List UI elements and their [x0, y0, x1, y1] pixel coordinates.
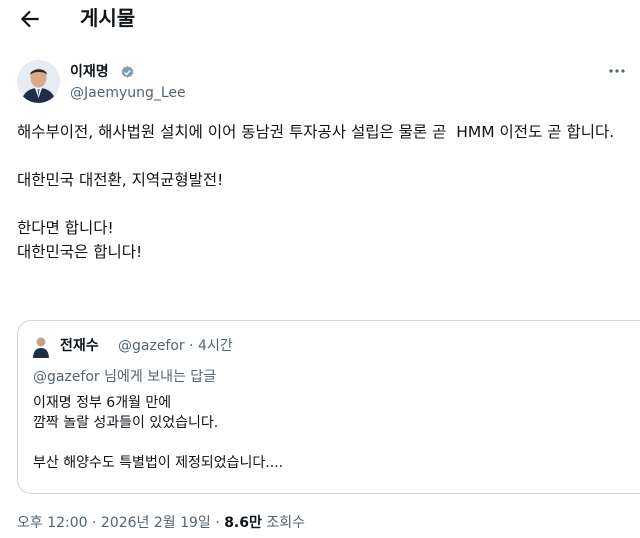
views-count: 8.6만 [224, 515, 262, 531]
footer-separator: · [215, 515, 220, 531]
quoted-author-name: 전재수 [60, 338, 99, 354]
post-paragraph: 한다면 합니다! 대한민국은 합니다! [17, 219, 143, 261]
quoted-post-text: 이재명 정부 6개월 만에 깜짝 놀랄 성과들이 있었습니다. 부산 해양수도 … [33, 393, 633, 473]
post-paragraph: 해수부이전, 해사법원 설치에 이어 동남권 투자공사 설립은 물론 곧 HMM… [17, 123, 615, 141]
author-name[interactable]: 이재명 [70, 63, 109, 81]
quoted-author-meta: @gazefor · 4시간 [118, 337, 233, 355]
more-horizontal-icon[interactable] [607, 64, 627, 78]
post-paragraph: 대한민국 대전환, 지역균형발전! [17, 171, 224, 189]
page-title: 게시물 [80, 6, 136, 30]
quoted-post[interactable]: 전재수 @gazefor · 4시간 @gazefor 님에게 보내는 답글 이… [17, 320, 640, 494]
post-author: 이재명 @Jaemyung_Lee [17, 60, 627, 110]
quoted-paragraph: 부산 해양수도 특별법이 제정되었습니다.... [33, 455, 284, 471]
post-text: 해수부이전, 해사법원 설치에 이어 동남권 투자공사 설립은 물론 곧 HMM… [17, 120, 632, 264]
verified-badge-icon [121, 65, 134, 78]
quoted-paragraph: 이재명 정부 6개월 만에 깜짝 놀랄 성과들이 있었습니다. [33, 395, 219, 431]
reply-context: @gazefor 님에게 보내는 답글 [33, 369, 217, 385]
meta-separator: · [189, 338, 194, 354]
quoted-author-handle: @gazefor [118, 338, 185, 354]
arrow-left-icon[interactable] [17, 6, 43, 32]
quoted-author-avatar [33, 337, 49, 358]
author-handle[interactable]: @Jaemyung_Lee [70, 84, 186, 102]
views-label: 조회수 [266, 515, 305, 531]
avatar[interactable] [17, 60, 60, 103]
post-date[interactable]: 2026년 2월 19일 [101, 515, 211, 531]
top-bar: 게시물 [0, 0, 640, 40]
footer-separator: · [92, 515, 97, 531]
post-footer: 오후 12:00 · 2026년 2월 19일 · 8.6만 조회수 [17, 514, 305, 532]
quoted-post-time: 4시간 [198, 338, 233, 354]
post-time[interactable]: 오후 12:00 [17, 515, 88, 531]
